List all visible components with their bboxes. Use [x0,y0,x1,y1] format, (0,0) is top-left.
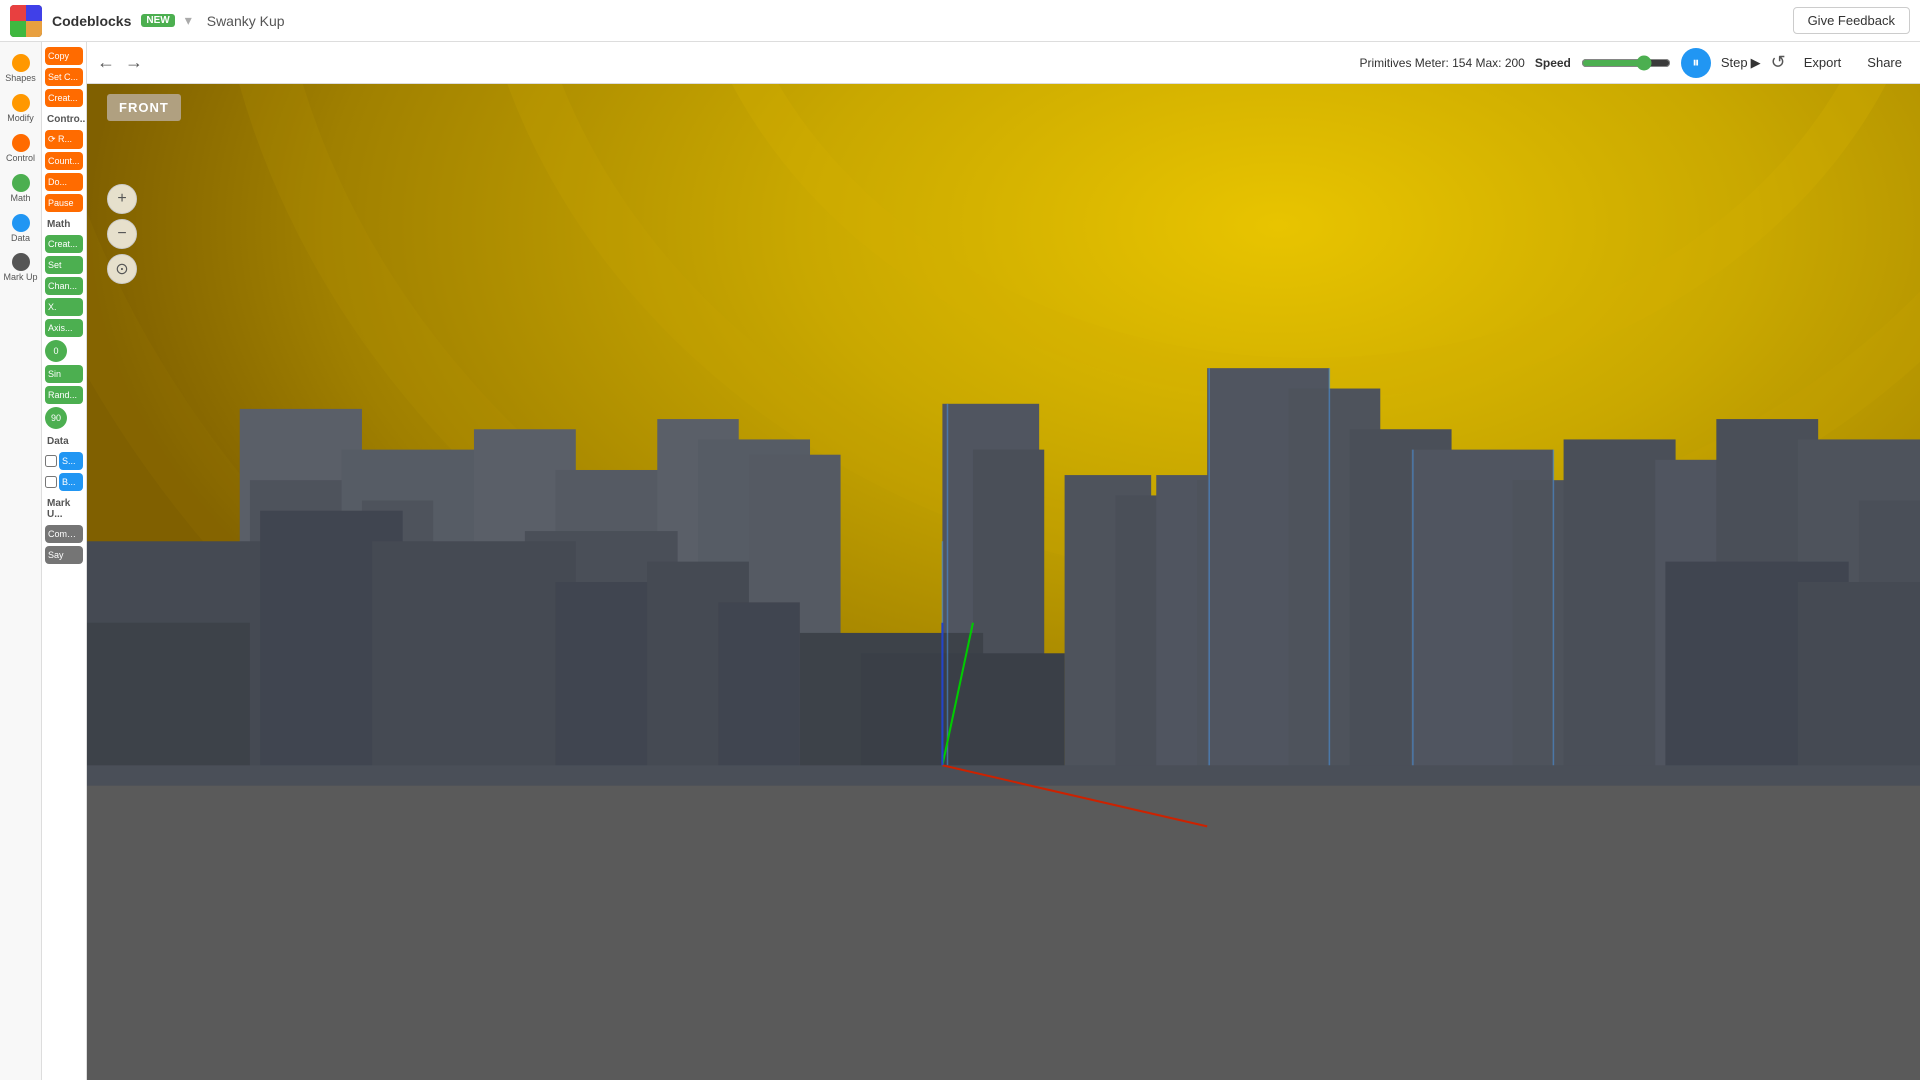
new-badge: NEW [141,14,174,27]
sidebar-item-modify-label: Modify [7,114,34,124]
block-axis[interactable]: Axis... [45,319,83,337]
block-data-b-row: B... [45,473,83,491]
nav-back-button[interactable]: ← [97,52,115,73]
step-label: Step [1721,55,1748,70]
block-repeat[interactable]: ⟳ R... [45,130,83,149]
sidebar-item-data[interactable]: Data [2,210,40,248]
main-area: Shapes Modify Control Math Data Mark Up … [0,42,1920,1080]
markup-section-label: Mark U... [45,494,83,522]
block-zero[interactable]: 0 [45,340,67,362]
export-button[interactable]: Export [1796,51,1850,74]
zoom-out-button[interactable]: − [107,219,137,249]
3d-scene[interactable]: FRONT + − ⊙ [87,84,1920,1080]
data-section-label: Data [45,432,83,449]
block-setc[interactable]: Set C... [45,68,83,86]
zoom-controls: + − ⊙ [107,184,137,284]
topbar: Codeblocks NEW ▾ Swanky Kup Give Feedbac… [0,0,1920,42]
sidebar-item-control-label: Control [6,154,35,164]
reset-button[interactable]: ↺ [1771,52,1786,73]
sidebar-item-markup[interactable]: Mark Up [2,249,40,287]
step-button[interactable]: Step ▶ [1721,55,1761,71]
sidebar-item-math-label: Math [10,194,30,204]
sidebar-item-math[interactable]: Math [2,170,40,208]
canvas-area: ← → Primitives Meter: 154 Max: 200 Speed… [87,42,1920,1080]
blocks-panel: Copy Set C... Creat... Contro... ⟳ R... … [42,42,87,1080]
dropdown-arrow-icon[interactable]: ▾ [185,12,192,29]
sidebar-item-data-label: Data [11,234,30,244]
reset-icon: ↺ [1771,52,1786,72]
block-x[interactable]: X. [45,298,83,316]
block-data-b-checkbox[interactable] [45,476,57,488]
pause-button[interactable]: ⏸ [1681,48,1711,78]
block-ninety[interactable]: 90 [45,407,67,429]
front-label: FRONT [107,94,181,121]
project-name[interactable]: Swanky Kup [207,13,285,29]
block-pause[interactable]: Pause [45,194,83,212]
block-do[interactable]: Do... [45,173,83,191]
block-say[interactable]: Say [45,546,83,564]
sidebar-item-control[interactable]: Control [2,130,40,168]
nav-forward-button[interactable]: → [125,52,143,73]
block-data-s[interactable]: S... [59,452,83,470]
block-math-create[interactable]: Creat... [45,235,83,253]
sidebar-item-shapes-label: Shapes [5,74,36,84]
primitives-meter: Primitives Meter: 154 Max: 200 [1359,56,1524,70]
zoom-reset-button[interactable]: ⊙ [107,254,137,284]
sidebar-item-shapes[interactable]: Shapes [2,50,40,88]
zoom-in-button[interactable]: + [107,184,137,214]
math-section-label: Math [45,215,83,232]
block-data-b[interactable]: B... [59,473,83,491]
block-sin[interactable]: Sin [45,365,83,383]
canvas-toolbar: ← → Primitives Meter: 154 Max: 200 Speed… [87,42,1920,84]
block-create1[interactable]: Creat... [45,89,83,107]
block-change[interactable]: Chan... [45,277,83,295]
share-button[interactable]: Share [1859,51,1910,74]
sidebar-item-modify[interactable]: Modify [2,90,40,128]
block-comment[interactable]: Comm... [45,525,83,543]
block-data-s-row: S... [45,452,83,470]
block-rand[interactable]: Rand... [45,386,83,404]
step-icon: ▶ [1751,55,1761,71]
speed-label: Speed [1535,56,1571,70]
block-copy[interactable]: Copy [45,47,83,65]
app-logo [10,5,42,37]
control-section-label: Contro... [45,110,83,127]
sidebar-item-markup-label: Mark Up [4,273,38,283]
block-count[interactable]: Count... [45,152,83,170]
speed-slider[interactable] [1581,55,1671,71]
pause-icon: ⏸ [1692,54,1699,71]
app-title: Codeblocks [52,13,131,29]
block-set[interactable]: Set [45,256,83,274]
categories-sidebar: Shapes Modify Control Math Data Mark Up [0,42,42,1080]
city-scene-svg [87,84,1920,1080]
give-feedback-button[interactable]: Give Feedback [1793,7,1910,34]
block-data-s-checkbox[interactable] [45,455,57,467]
